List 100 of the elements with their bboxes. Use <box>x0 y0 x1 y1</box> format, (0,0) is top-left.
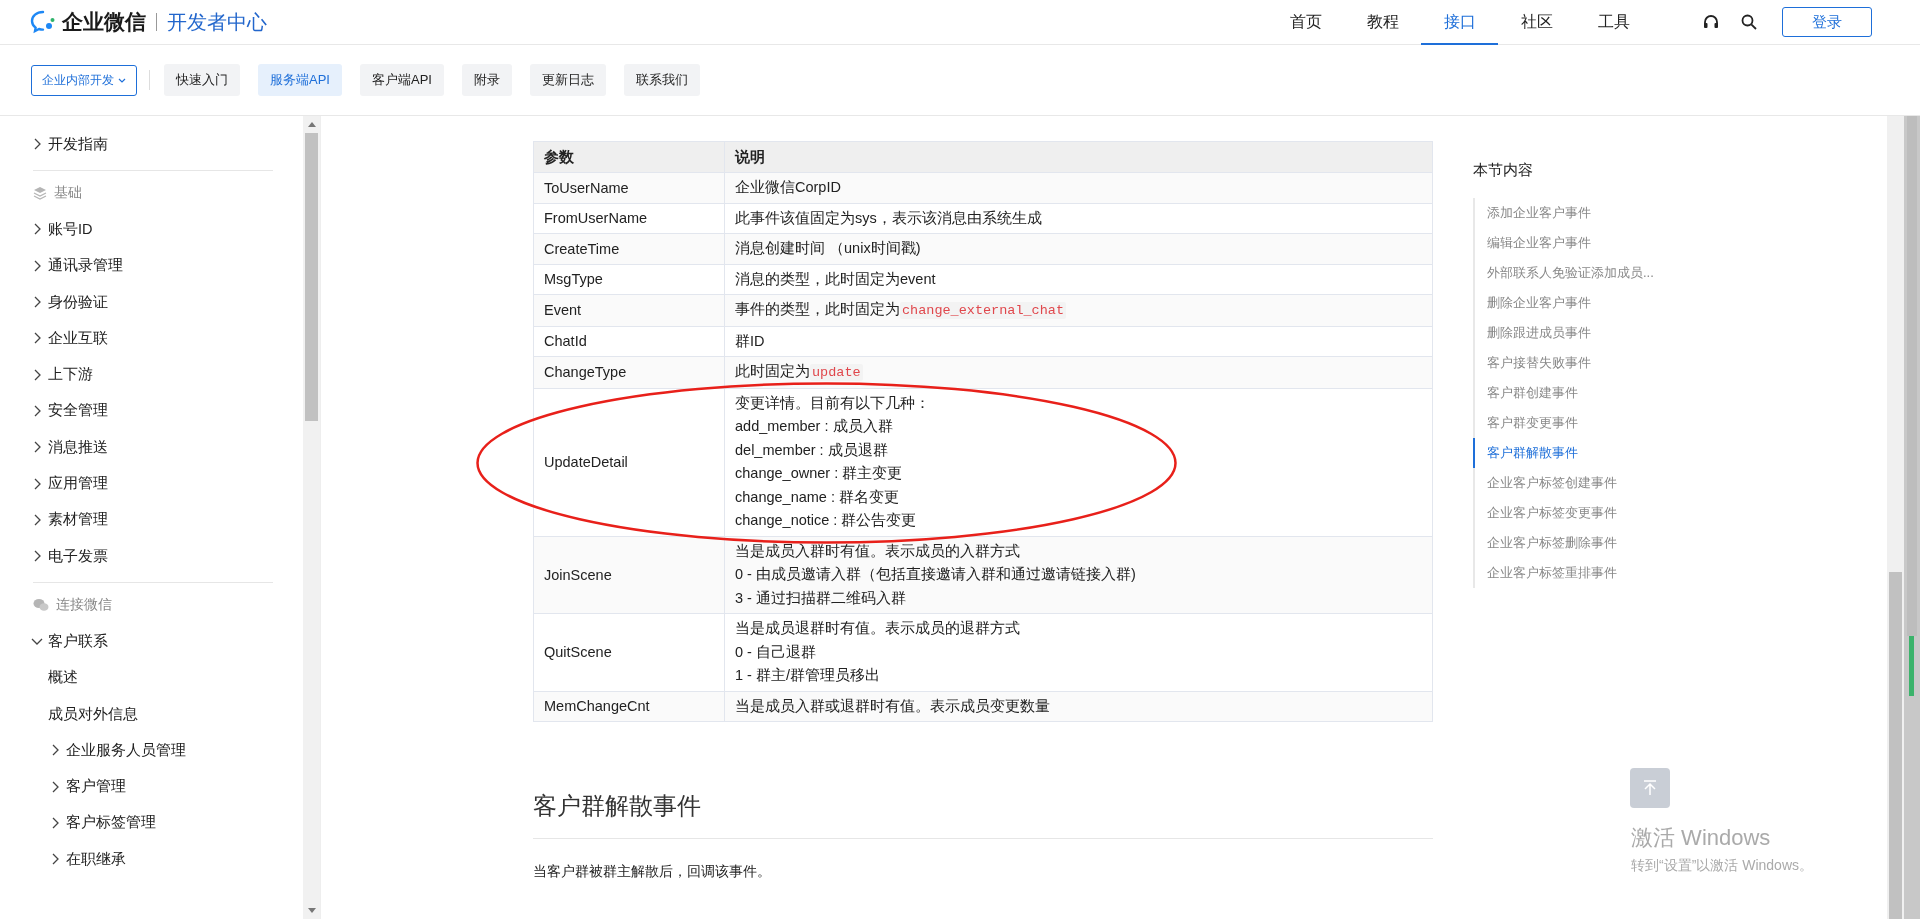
code-snippet: update <box>810 364 863 381</box>
table-cell: FromUserName <box>533 203 725 234</box>
chevron-icon <box>31 637 43 646</box>
toc-title: 本节内容 <box>1473 161 1534 180</box>
sidebar-item[interactable]: 开发指南 <box>33 126 303 163</box>
table-cell-text: 此事件该值固定为sys，表示该消息由系统生成 <box>735 209 1042 226</box>
login-button[interactable]: 登录 <box>1782 7 1872 37</box>
table-cell-text: 变更详情。目前有以下几种： <box>735 394 930 411</box>
chevron-icon <box>33 223 41 236</box>
chevron-icon <box>33 441 41 454</box>
table-cell: ChangeType <box>533 356 725 388</box>
table-cell-text: 群ID <box>735 332 765 349</box>
sidebar-item[interactable]: 消息推送 <box>33 429 303 466</box>
chevron-icon <box>33 404 41 417</box>
scroll-down-icon[interactable] <box>307 908 316 913</box>
chevron-icon <box>33 259 41 272</box>
chevron-icon <box>33 296 41 309</box>
table-cell: QuitScene <box>533 613 725 691</box>
toc-link[interactable]: 客户接替失败事件 <box>1473 348 1793 378</box>
toc-link[interactable]: 企业客户标签变更事件 <box>1473 498 1793 528</box>
scrollbar[interactable] <box>1904 116 1920 919</box>
sidebar-item[interactable]: 身份验证 <box>33 283 303 321</box>
toc-link[interactable]: 添加企业客户事件 <box>1473 198 1793 228</box>
toc-link[interactable]: 企业客户标签创建事件 <box>1473 468 1793 498</box>
code-snippet: change_external_chat <box>900 302 1067 319</box>
chevron-icon <box>51 853 59 866</box>
sidebar-item[interactable]: 企业服务人员管理 <box>33 732 303 769</box>
table-cell-text: 1 - 群主/群管理员移出 <box>735 667 880 683</box>
toc-link[interactable]: 外部联系人免验证添加成员... <box>1473 258 1793 288</box>
table-cell: CreateTime <box>533 233 725 264</box>
sidebar-item[interactable]: 客户标签管理 <box>33 804 303 842</box>
headset-icon[interactable] <box>1702 13 1720 31</box>
section-tab[interactable]: 附录 <box>461 64 512 96</box>
sidebar-item[interactable]: 安全管理 <box>33 392 303 430</box>
search-icon[interactable] <box>1740 13 1758 31</box>
sidebar-item[interactable]: 素材管理 <box>33 501 303 538</box>
nav-link[interactable]: 教程 <box>1344 0 1421 45</box>
table-cell-text: add_member : 成员入群 <box>735 418 893 434</box>
section-label: 基础 <box>54 184 82 203</box>
table-cell-text: del_member : 成员退群 <box>735 441 888 458</box>
column-header: 参数 <box>533 141 725 173</box>
table-cell-text: change_notice : 群公告变更 <box>735 512 917 528</box>
sidebar-item[interactable]: 上下游 <box>33 356 303 393</box>
nav-link[interactable]: 接口 <box>1421 0 1498 45</box>
toc-link[interactable]: 删除跟进成员事件 <box>1473 318 1793 348</box>
sidebar-item[interactable]: 概述 <box>33 659 303 696</box>
chevron-icon <box>51 780 59 793</box>
activation-subtitle: 转到“设置”以激活 Windows。 <box>1631 857 1813 875</box>
chevron-icon <box>33 138 41 151</box>
sidebar-item[interactable]: 客户管理 <box>33 768 303 805</box>
table-cell-text: change_owner : 群主变更 <box>735 465 903 481</box>
table-cell-text: change_name : 群名变更 <box>735 488 899 505</box>
table-cell-text: 当是成员入群时有值。表示成员的入群方式 <box>735 542 1020 559</box>
toc-link[interactable]: 删除企业客户事件 <box>1473 288 1793 318</box>
toc-link[interactable]: 客户群解散事件 <box>1473 438 1793 468</box>
table-cell: ToUserName <box>533 172 725 203</box>
layers-icon <box>33 186 47 201</box>
sidebar-item[interactable]: 电子发票 <box>33 537 303 575</box>
section-tab[interactable]: 更新日志 <box>529 64 606 96</box>
toc-link[interactable]: 客户群创建事件 <box>1473 378 1793 408</box>
scrollbar[interactable] <box>1887 116 1904 919</box>
activation-title: 激活 Windows <box>1631 824 1772 852</box>
table-cell-text: 此时固定为 <box>735 363 810 379</box>
section-tab[interactable]: 联系我们 <box>623 64 700 96</box>
sidebar-item[interactable]: 成员对外信息 <box>33 695 303 733</box>
scroll-up-icon[interactable] <box>307 122 316 127</box>
section-tab[interactable]: 客户端API <box>359 64 444 96</box>
toc-link[interactable]: 企业客户标签重排事件 <box>1473 558 1793 588</box>
table-cell-text: 0 - 自己退群 <box>735 643 816 660</box>
section-label: 连接微信 <box>56 596 112 615</box>
sidebar-item[interactable]: 账号ID <box>33 211 303 248</box>
nav-link[interactable]: 工具 <box>1575 0 1652 45</box>
table-cell-text: 消息创建时间 （unix时间戳) <box>735 240 921 256</box>
toc-link[interactable]: 编辑企业客户事件 <box>1473 228 1793 258</box>
table-cell: ChatId <box>533 326 725 357</box>
chevron-icon <box>33 513 41 526</box>
chevron-icon <box>33 477 41 490</box>
sidebar-item[interactable]: 客户联系 <box>33 623 303 660</box>
scrollbar[interactable] <box>303 116 320 919</box>
section-tab[interactable]: 快速入门 <box>164 64 240 96</box>
nav-link[interactable]: 首页 <box>1267 0 1344 45</box>
caret-icon <box>118 77 126 83</box>
sidebar-item[interactable]: 在职继承 <box>33 841 303 878</box>
table-cell-text: 3 - 通过扫描群二维码入群 <box>735 589 906 606</box>
chevron-icon <box>51 744 59 757</box>
sidebar-item[interactable]: 企业互联 <box>33 320 303 357</box>
logo-icon <box>30 10 56 34</box>
toc-link[interactable]: 企业客户标签删除事件 <box>1473 528 1793 558</box>
nav-link[interactable]: 社区 <box>1498 0 1575 45</box>
table-cell-text: 当是成员退群时有值。表示成员的退群方式 <box>735 620 1020 636</box>
table-cell: JoinScene <box>533 536 725 614</box>
section-tab[interactable]: 服务端API <box>258 64 342 96</box>
table-cell-text: 当是成员入群或退群时有值。表示成员变更数量 <box>735 697 1050 714</box>
toc-link[interactable]: 客户群变更事件 <box>1473 408 1793 438</box>
table-cell-text: 0 - 由成员邀请入群（包括直接邀请入群和通过邀请链接入群) <box>735 566 1136 582</box>
dropdown-button[interactable]: 企业内部开发 <box>31 64 137 96</box>
chat-icon <box>33 598 49 613</box>
sidebar-item[interactable]: 通讯录管理 <box>33 247 303 284</box>
sidebar-item[interactable]: 应用管理 <box>33 465 303 502</box>
table-cell: MsgType <box>533 264 725 295</box>
